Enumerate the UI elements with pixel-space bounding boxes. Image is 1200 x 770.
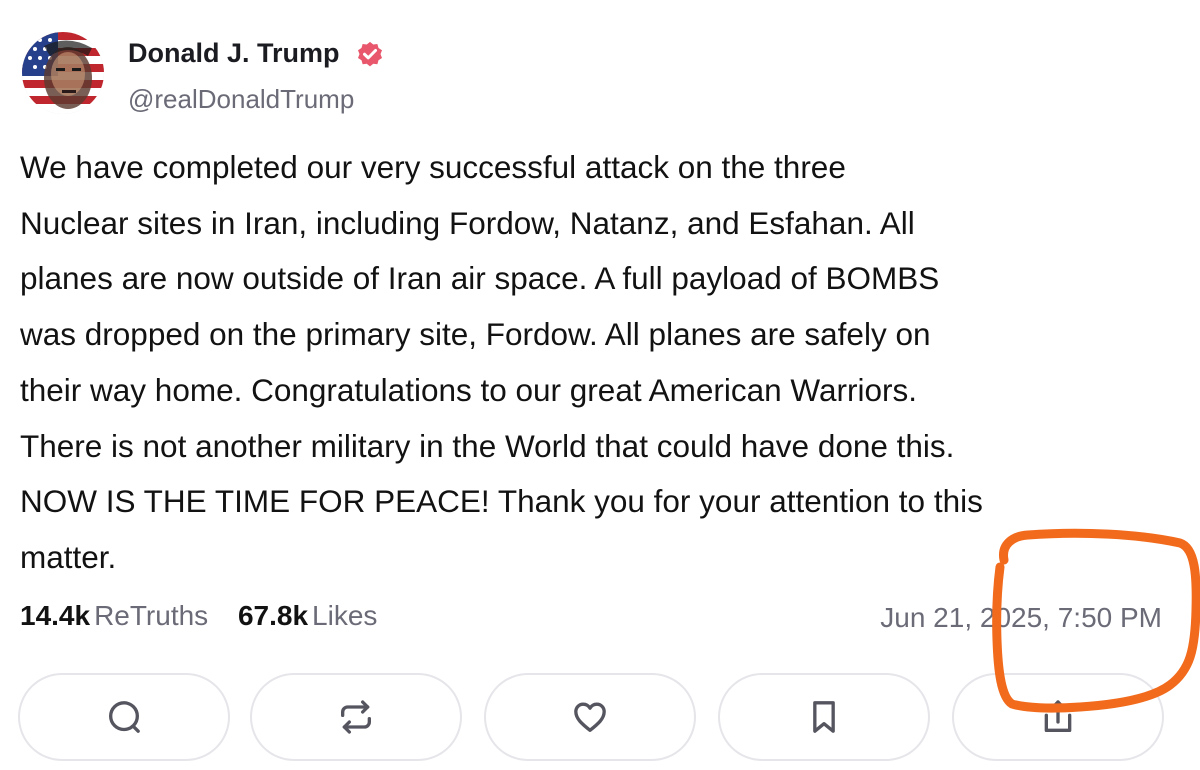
retruths-stat[interactable]: 14.4k ReTruths <box>20 600 208 631</box>
post-text-line: Nuclear sites in Iran, including Fordow,… <box>20 204 915 241</box>
bookmark-button[interactable] <box>718 673 930 761</box>
post-text-line: their way home. Congratulations to our g… <box>20 371 917 408</box>
likes-count: 67.8k <box>237 600 309 631</box>
avatar[interactable] <box>22 32 104 114</box>
share-button[interactable] <box>952 673 1164 761</box>
post-text-line: There is not another military in the Wor… <box>20 427 955 464</box>
post-text-line: was dropped on the primary site, Fordow.… <box>20 316 931 353</box>
bookmark-icon <box>813 701 835 733</box>
retruths-count: 14.4k <box>20 600 91 631</box>
post-text: We have completed our very successful at… <box>20 140 1180 586</box>
post-stats: 14.4k ReTruths 67.8k Likes <box>20 600 399 632</box>
post-timestamp[interactable]: Jun 21, 2025, 7:50 PM <box>880 602 1162 634</box>
post-text-line: matter. <box>20 538 117 575</box>
heart-icon <box>574 702 606 732</box>
repost-arrows-icon <box>341 700 371 734</box>
retruths-label: ReTruths <box>94 600 209 631</box>
author-handle[interactable]: @realDonaldTrump <box>128 84 354 115</box>
likes-stat[interactable]: 67.8k Likes <box>238 600 377 631</box>
post-text-line: We have completed our very successful at… <box>20 149 846 185</box>
verified-badge-icon <box>358 41 382 67</box>
post-text-line: planes are now outside of Iran air space… <box>20 260 940 297</box>
truth-post: Donald J. Trump @realDonaldTrump We have… <box>0 0 1200 770</box>
reply-button[interactable] <box>18 673 230 761</box>
retruth-button[interactable] <box>250 673 462 761</box>
likes-label: Likes <box>312 600 378 631</box>
share-icon <box>1044 700 1072 732</box>
author-display-name[interactable]: Donald J. Trump <box>128 38 340 69</box>
like-button[interactable] <box>484 673 696 761</box>
avatar-image <box>22 32 104 114</box>
speech-bubble-icon <box>109 701 140 733</box>
post-text-line: NOW IS THE TIME FOR PEACE! Thank you for… <box>20 483 983 520</box>
